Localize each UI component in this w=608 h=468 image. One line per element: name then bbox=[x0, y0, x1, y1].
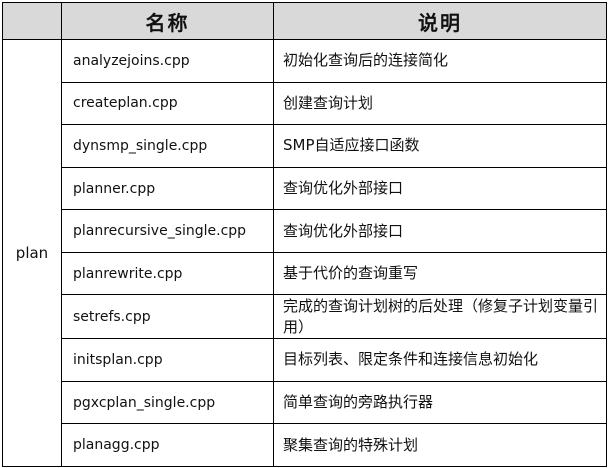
file-description: 目标列表、限定条件和连接信息初始化 bbox=[273, 338, 607, 382]
file-name: pgxcplan_single.cpp bbox=[61, 380, 274, 425]
file-description: 完成的查询计划树的后处理（修复子计划变量引用） bbox=[273, 294, 607, 340]
file-description: 初始化查询后的连接简化 bbox=[273, 39, 607, 83]
table-row: pgxcplan_single.cpp 简单查询的旁路执行器 bbox=[3, 380, 607, 425]
file-name: planrecursive_single.cpp bbox=[61, 209, 274, 253]
table-row: planrecursive_single.cpp 查询优化外部接口 bbox=[3, 209, 607, 253]
table-row: initsplan.cpp 目标列表、限定条件和连接信息初始化 bbox=[3, 338, 607, 382]
table-row: planagg.cpp 聚集查询的特殊计划 bbox=[3, 423, 607, 467]
table-row: planner.cpp 查询优化外部接口 bbox=[3, 166, 607, 211]
file-name: dynsmp_single.cpp bbox=[61, 124, 274, 168]
file-name: planagg.cpp bbox=[61, 423, 274, 467]
group-label: plan bbox=[2, 39, 62, 467]
file-description: 创建查询计划 bbox=[273, 81, 607, 126]
module-description-table: 名称 说明 plan analyzejoins.cpp 初始化查询后的连接简化 … bbox=[2, 2, 607, 467]
file-name: createplan.cpp bbox=[61, 81, 274, 126]
file-description: 查询优化外部接口 bbox=[273, 166, 607, 211]
header-description: 说明 bbox=[273, 2, 607, 40]
header-group bbox=[2, 2, 62, 40]
file-description: 基于代价的查询重写 bbox=[273, 251, 607, 296]
header-row: 名称 说明 bbox=[2, 2, 607, 40]
file-name: initsplan.cpp bbox=[61, 338, 274, 382]
file-description: 查询优化外部接口 bbox=[273, 209, 607, 253]
table-row: createplan.cpp 创建查询计划 bbox=[3, 81, 607, 126]
table-row: dynsmp_single.cpp SMP自适应接口函数 bbox=[3, 124, 607, 168]
table-row: plan analyzejoins.cpp 初始化查询后的连接简化 bbox=[2, 39, 607, 467]
file-description: SMP自适应接口函数 bbox=[273, 124, 607, 168]
file-name: planner.cpp bbox=[61, 166, 274, 211]
file-description: 聚集查询的特殊计划 bbox=[273, 423, 607, 467]
file-name: analyzejoins.cpp bbox=[61, 39, 274, 83]
file-description: 简单查询的旁路执行器 bbox=[273, 380, 607, 425]
file-name: planrewrite.cpp bbox=[61, 251, 274, 296]
header-name: 名称 bbox=[61, 2, 274, 40]
table-row: setrefs.cpp 完成的查询计划树的后处理（修复子计划变量引用） bbox=[3, 294, 607, 340]
table-row: planrewrite.cpp 基于代价的查询重写 bbox=[3, 251, 607, 296]
file-name: setrefs.cpp bbox=[61, 294, 274, 340]
